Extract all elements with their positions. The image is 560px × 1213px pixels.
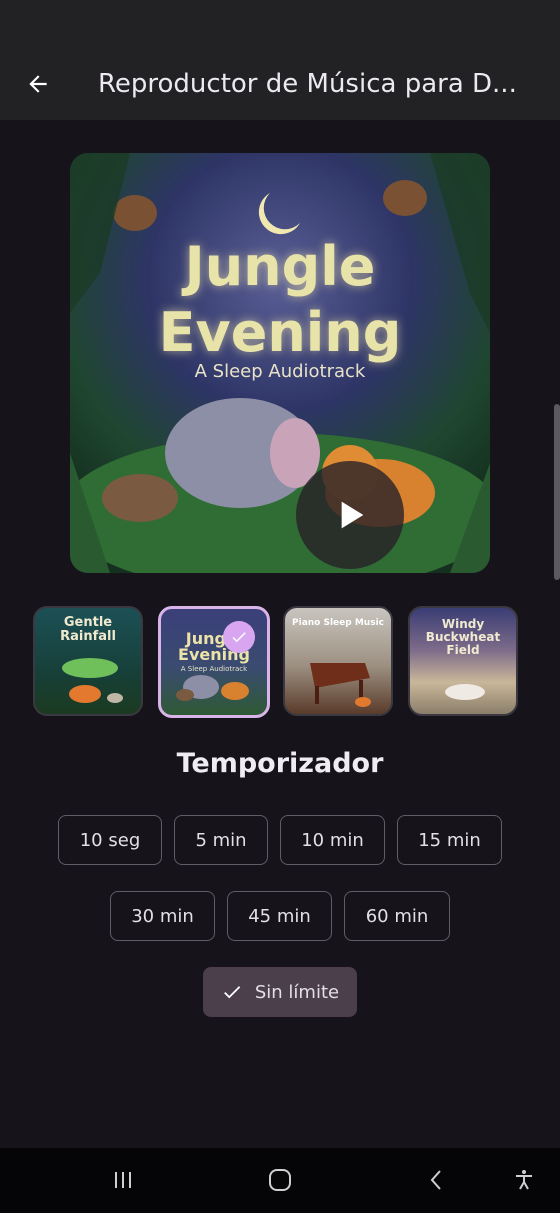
cover-title-line1: Jungle bbox=[184, 235, 376, 298]
timer-option-15-min[interactable]: 15 min bbox=[397, 815, 502, 865]
timer-option-10-min[interactable]: 10 min bbox=[280, 815, 385, 865]
thumb-art bbox=[310, 663, 371, 707]
cover-subtitle: A Sleep Audiotrack bbox=[194, 361, 366, 382]
timer-option-unlimited[interactable]: Sin límite bbox=[203, 967, 357, 1017]
play-button[interactable] bbox=[296, 461, 404, 569]
track-thumb-windy-buckwheat-field[interactable]: Windy Buckwheat Field bbox=[408, 606, 518, 716]
timer-option-10-seg[interactable]: 10 seg bbox=[58, 815, 162, 865]
chevron-left-icon bbox=[430, 1170, 441, 1190]
back-button[interactable] bbox=[14, 60, 62, 108]
timer-option-30-min[interactable]: 30 min bbox=[110, 891, 215, 941]
cover-title-line2: Evening bbox=[158, 301, 402, 364]
thumb-art bbox=[176, 675, 249, 701]
selected-check bbox=[223, 621, 255, 653]
status-bar bbox=[0, 0, 560, 48]
home-icon bbox=[269, 1169, 291, 1191]
check-icon bbox=[232, 632, 246, 643]
timer-title: Temporizador bbox=[176, 748, 384, 779]
unlimited-label: Sin límite bbox=[254, 981, 340, 1003]
track-list: Gentle Rainfall Jungle Evening A Sleep Aud… bbox=[33, 606, 523, 718]
system-back-button[interactable] bbox=[417, 1160, 457, 1200]
album-cover: Jungle Evening A Sleep Audiotrack bbox=[70, 153, 490, 573]
timer-option-45-min[interactable]: 45 min bbox=[227, 891, 332, 941]
home-button[interactable] bbox=[260, 1160, 300, 1200]
arrow-back-icon bbox=[29, 75, 47, 93]
recent-apps-button[interactable] bbox=[103, 1160, 143, 1200]
timer-option-5-min[interactable]: 5 min bbox=[174, 815, 268, 865]
check-icon bbox=[223, 986, 241, 999]
play-icon bbox=[341, 501, 364, 529]
scrollbar[interactable] bbox=[554, 404, 560, 580]
page-title: Reproductor de Música para D... bbox=[98, 69, 517, 99]
top-app-bar: Reproductor de Música para D... bbox=[0, 48, 560, 120]
timer-option-60-min[interactable]: 60 min bbox=[344, 891, 450, 941]
track-thumb-jungle-evening[interactable]: Jungle Evening A Sleep Audiotrack bbox=[158, 606, 270, 718]
accessibility-icon bbox=[516, 1170, 532, 1190]
track-thumb-piano-sleep-music[interactable]: Piano Sleep Music bbox=[283, 606, 393, 716]
thumb-art bbox=[62, 658, 123, 703]
thumb-art bbox=[445, 684, 485, 700]
system-navigation-bar bbox=[0, 1148, 560, 1213]
recent-apps-icon bbox=[115, 1172, 131, 1188]
track-thumb-gentle-rainfall[interactable]: Gentle Rainfall bbox=[33, 606, 143, 716]
accessibility-button[interactable] bbox=[504, 1160, 544, 1200]
